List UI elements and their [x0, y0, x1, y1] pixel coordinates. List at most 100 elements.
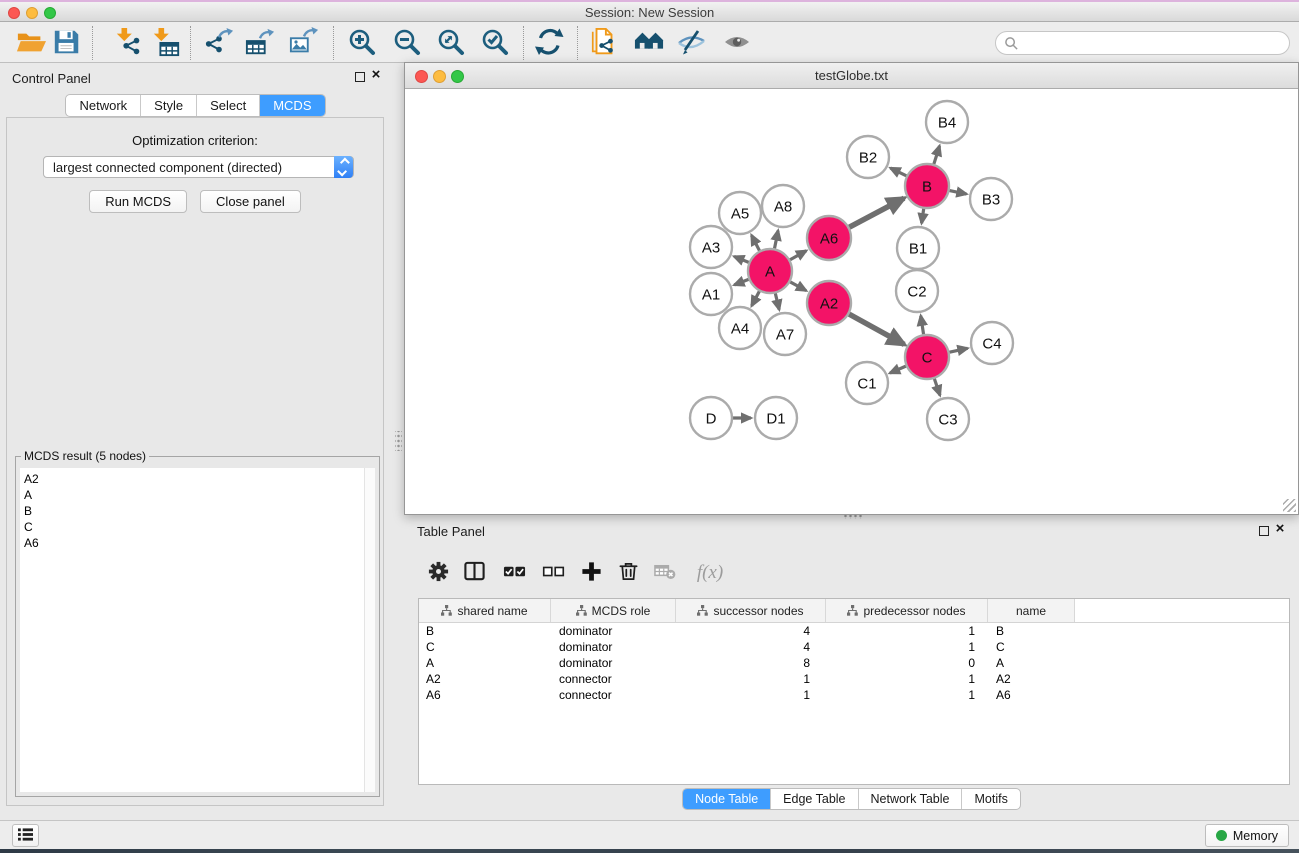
mcds-result-item[interactable]: A2	[24, 471, 375, 487]
graph-node-A[interactable]: A	[748, 249, 792, 293]
graph-edge-A-A6[interactable]	[790, 251, 806, 260]
import-network-button[interactable]	[113, 27, 145, 59]
scrollbar-track[interactable]	[364, 468, 375, 792]
mcds-result-item[interactable]: A	[24, 487, 375, 503]
table-row[interactable]: A2connector11A2	[419, 671, 1289, 687]
float-panel-button[interactable]	[355, 72, 365, 82]
graph-node-B3[interactable]: B3	[970, 178, 1012, 220]
table-row[interactable]: Adominator80A	[419, 655, 1289, 671]
graph-node-C4[interactable]: C4	[971, 322, 1013, 364]
graph-edge-A2-C[interactable]	[849, 314, 904, 344]
graph-edge-B-B1[interactable]	[922, 209, 924, 223]
close-panel-button[interactable]: ×	[369, 67, 383, 83]
tab-motifs[interactable]: Motifs	[962, 789, 1019, 809]
export-image-button[interactable]	[288, 27, 320, 59]
zoom-fit-button[interactable]	[435, 27, 467, 59]
tab-network[interactable]: Network	[66, 95, 141, 116]
graph-edge-C-C1[interactable]	[890, 366, 906, 373]
select-all-button[interactable]	[501, 560, 527, 586]
graph-edge-A-A1[interactable]	[734, 279, 748, 285]
graph-node-A1[interactable]: A1	[690, 273, 732, 315]
import-table-button[interactable]	[150, 27, 182, 59]
graph-edge-B-B2[interactable]	[890, 168, 906, 176]
graph-edge-B-B3[interactable]	[950, 191, 967, 194]
graph-node-C3[interactable]: C3	[927, 398, 969, 440]
graph-node-C2[interactable]: C2	[896, 270, 938, 312]
column-header-shared-name[interactable]: shared name	[419, 599, 551, 622]
graph-edge-A6-B[interactable]	[849, 198, 904, 227]
graph-node-C[interactable]: C	[905, 335, 949, 379]
open-session-button[interactable]	[15, 27, 47, 59]
zoom-selected-button[interactable]	[479, 27, 511, 59]
tab-network-table[interactable]: Network Table	[859, 789, 963, 809]
table-row[interactable]: Cdominator41C	[419, 639, 1289, 655]
graph-node-A4[interactable]: A4	[719, 307, 761, 349]
close-panel-button-2[interactable]: Close panel	[200, 190, 301, 213]
function-builder-button[interactable]: f(x)	[690, 560, 730, 586]
graph-node-A6[interactable]: A6	[807, 216, 851, 260]
refresh-button[interactable]	[534, 27, 566, 59]
task-history-button[interactable]	[12, 824, 39, 847]
close-table-panel-button[interactable]: ×	[1273, 521, 1287, 537]
graph-edge-A-A4[interactable]	[752, 291, 760, 306]
graph-edge-C-C2[interactable]	[921, 316, 924, 335]
graph-node-A7[interactable]: A7	[764, 313, 806, 355]
eye-button[interactable]	[721, 27, 753, 59]
double-house-button[interactable]	[633, 27, 665, 59]
search-input[interactable]	[1019, 36, 1281, 51]
graph-node-A5[interactable]: A5	[719, 192, 761, 234]
graph-node-A2[interactable]: A2	[807, 281, 851, 325]
graph-edge-B-B4[interactable]	[934, 146, 940, 164]
graph-edge-C-C3[interactable]	[934, 379, 940, 396]
save-session-button[interactable]	[51, 27, 83, 59]
delete-table-button[interactable]	[652, 560, 678, 586]
tab-mcds[interactable]: MCDS	[260, 95, 324, 116]
graph-node-B4[interactable]: B4	[926, 101, 968, 143]
graph-edge-A-A8[interactable]	[775, 231, 779, 249]
graph-node-D[interactable]: D	[690, 397, 732, 439]
graph-node-B[interactable]: B	[905, 164, 949, 208]
table-row[interactable]: A6connector11A6	[419, 687, 1289, 703]
run-mcds-button[interactable]: Run MCDS	[89, 190, 187, 213]
tab-node-table[interactable]: Node Table	[683, 789, 771, 809]
graph-node-A3[interactable]: A3	[690, 226, 732, 268]
export-table-button[interactable]	[244, 27, 276, 59]
graph-edge-A-A3[interactable]	[734, 256, 749, 262]
tab-style[interactable]: Style	[141, 95, 197, 116]
show-column-button[interactable]	[461, 560, 487, 586]
graph-node-B1[interactable]: B1	[897, 227, 939, 269]
vertical-splitter-handle[interactable]	[395, 431, 402, 451]
graph-node-C1[interactable]: C1	[846, 362, 888, 404]
resize-grip-icon[interactable]	[1283, 499, 1296, 512]
graph-edge-A-A5[interactable]	[751, 235, 759, 250]
zoom-out-button[interactable]	[391, 27, 423, 59]
column-header-successor-nodes[interactable]: successor nodes	[676, 599, 826, 622]
network-canvas[interactable]: B4B2BB3A8A5A6A3B1AC2A1A2A4A7C4CC1C3DD1	[405, 89, 1298, 514]
table-settings-button[interactable]	[425, 560, 451, 586]
column-header-name[interactable]: name	[988, 599, 1075, 622]
graph-edge-C-C4[interactable]	[949, 348, 967, 352]
search-box[interactable]	[995, 31, 1290, 55]
eye-slash-button[interactable]	[675, 27, 707, 59]
column-header-predecessor-nodes[interactable]: predecessor nodes	[826, 599, 988, 622]
graph-node-A8[interactable]: A8	[762, 185, 804, 227]
float-table-panel-button[interactable]	[1259, 526, 1269, 536]
zoom-in-button[interactable]	[346, 27, 378, 59]
create-column-button[interactable]	[578, 560, 604, 586]
mcds-result-item[interactable]: C	[24, 519, 375, 535]
tab-select[interactable]: Select	[197, 95, 260, 116]
tab-edge-table[interactable]: Edge Table	[771, 789, 858, 809]
graph-node-D1[interactable]: D1	[755, 397, 797, 439]
document-share-button[interactable]	[588, 27, 620, 59]
optimization-criterion-select[interactable]: largest connected component (directed)	[43, 156, 354, 178]
mcds-result-item[interactable]: B	[24, 503, 375, 519]
mcds-result-item[interactable]: A6	[24, 535, 375, 551]
table-row[interactable]: Bdominator41B	[419, 623, 1289, 639]
mcds-result-list[interactable]: A2ABCA6	[20, 468, 375, 792]
graph-edge-A-A7[interactable]	[775, 293, 779, 309]
deselect-all-button[interactable]	[540, 560, 566, 586]
delete-column-button[interactable]	[615, 560, 641, 586]
memory-button[interactable]: Memory	[1205, 824, 1289, 847]
graph-edge-A-A2[interactable]	[790, 282, 806, 291]
column-header-mcds-role[interactable]: MCDS role	[551, 599, 676, 622]
